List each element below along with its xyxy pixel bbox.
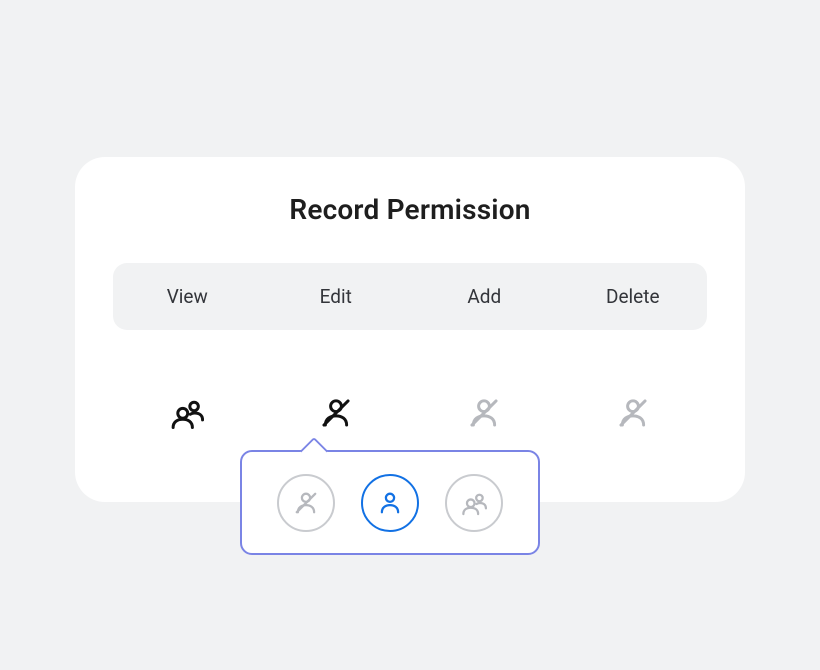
permission-columns-header: View Edit Add Delete	[113, 263, 707, 330]
permission-value-delete[interactable]	[559, 389, 708, 437]
group-icon	[461, 490, 487, 516]
permission-value-view[interactable]	[113, 389, 262, 437]
panel-title: Record Permission	[75, 193, 745, 226]
column-header-delete: Delete	[559, 263, 708, 330]
permission-value-add[interactable]	[410, 389, 559, 437]
column-header-edit: Edit	[262, 263, 411, 330]
permission-option-popover	[240, 450, 540, 555]
person-slash-icon	[467, 396, 501, 430]
permission-option-single[interactable]	[361, 474, 419, 532]
column-header-add: Add	[410, 263, 559, 330]
person-icon	[377, 490, 403, 516]
permission-option-none[interactable]	[277, 474, 335, 532]
permission-value-edit[interactable]	[262, 389, 411, 437]
group-icon	[170, 396, 204, 430]
person-slash-icon	[293, 490, 319, 516]
person-slash-icon	[319, 396, 353, 430]
permission-values-row	[113, 389, 707, 437]
permission-option-group[interactable]	[445, 474, 503, 532]
person-slash-icon	[616, 396, 650, 430]
column-header-view: View	[113, 263, 262, 330]
